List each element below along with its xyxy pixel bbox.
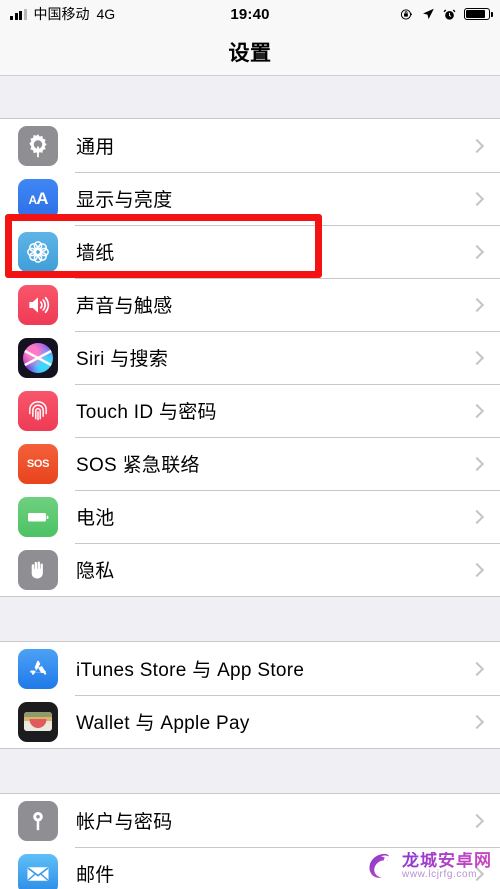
settings-row-label: 隐私 [76, 561, 115, 582]
settings-row-siri[interactable]: Siri 与搜索 [0, 331, 500, 384]
settings-row-sos[interactable]: SOS SOS 紧急联络 [0, 437, 500, 490]
settings-row-label: 墙纸 [76, 243, 115, 264]
chevron-right-icon [469, 813, 485, 828]
page-title: 设置 [228, 41, 272, 65]
section-gap [0, 76, 500, 118]
watermark-url: www.lcjrfg.com [402, 868, 478, 880]
settings-row-accounts-passwords[interactable]: 帐户与密码 [0, 794, 500, 847]
settings-row-label: 帐户与密码 [76, 812, 173, 833]
settings-row-wallet-applepay[interactable]: Wallet 与 Apple Pay [0, 695, 500, 748]
watermark-text: 龙城安卓网 www.lcjrfg.com [402, 850, 492, 880]
mail-envelope-icon [18, 853, 58, 889]
chevron-right-icon [469, 403, 485, 418]
chevron-right-icon [469, 456, 485, 471]
text-size-icon: AA [18, 178, 58, 219]
gear-icon [18, 125, 58, 166]
settings-row-label: 显示与亮度 [76, 190, 173, 211]
fingerprint-icon [18, 390, 58, 431]
settings-row-privacy[interactable]: 隐私 [0, 543, 500, 596]
chevron-right-icon [469, 661, 485, 676]
sos-icon: SOS [18, 443, 58, 484]
settings-row-sounds[interactable]: 声音与触感 [0, 278, 500, 331]
chevron-right-icon [469, 509, 485, 524]
settings-row-itunes-appstore[interactable]: iTunes Store 与 App Store [0, 642, 500, 695]
navigation-bar: 设置 [0, 28, 500, 76]
wallet-icon [18, 701, 58, 742]
settings-row-label: iTunes Store 与 App Store [76, 660, 305, 681]
settings-row-general[interactable]: 通用 [0, 119, 500, 172]
chevron-right-icon [469, 297, 485, 312]
location-arrow-icon [423, 8, 434, 20]
chevron-right-icon [469, 714, 485, 729]
settings-row-touchid[interactable]: Touch ID 与密码 [0, 384, 500, 437]
rotation-lock-icon [400, 8, 413, 20]
settings-row-label: Siri 与搜索 [76, 349, 169, 370]
settings-row-label: 通用 [76, 137, 115, 158]
settings-row-label: 声音与触感 [76, 296, 173, 317]
chevron-right-icon [469, 191, 485, 206]
alarm-clock-icon [443, 8, 456, 20]
battery-icon [464, 8, 493, 20]
chevron-right-icon [469, 350, 485, 365]
settings-screen: 中国移动 4G 19:40 设置 通用 AA 显示与亮度 墙纸 声音与触感 Si… [0, 0, 500, 889]
settings-row-label: Wallet 与 Apple Pay [76, 713, 250, 734]
settings-row-wallpaper[interactable]: 墙纸 [0, 225, 500, 278]
speaker-icon [18, 284, 58, 325]
section-gap [0, 749, 500, 793]
siri-orb-icon [18, 337, 58, 378]
settings-row-label: 邮件 [76, 865, 115, 886]
key-icon [18, 800, 58, 841]
settings-group-2: iTunes Store 与 App Store Wallet 与 Apple … [0, 641, 500, 749]
section-gap [0, 597, 500, 641]
settings-row-label: Touch ID 与密码 [76, 402, 217, 423]
settings-row-battery[interactable]: 电池 [0, 490, 500, 543]
chevron-right-icon [469, 138, 485, 153]
settings-list[interactable]: 通用 AA 显示与亮度 墙纸 声音与触感 Siri 与搜索 Touch ID 与… [0, 76, 500, 889]
wallpaper-flower-icon [18, 231, 58, 272]
settings-group-1: 通用 AA 显示与亮度 墙纸 声音与触感 Siri 与搜索 Touch ID 与… [0, 118, 500, 597]
watermark-site-name: 龙城安卓网 [402, 850, 492, 870]
hand-icon [18, 549, 58, 590]
app-store-icon [18, 648, 58, 689]
watermark: 龙城安卓网 www.lcjrfg.com [363, 849, 492, 883]
settings-row-display[interactable]: AA 显示与亮度 [0, 172, 500, 225]
status-bar-right [400, 7, 493, 21]
settings-row-label: 电池 [76, 508, 115, 529]
chevron-right-icon [469, 562, 485, 577]
settings-row-label: SOS 紧急联络 [76, 455, 200, 476]
chevron-right-icon [469, 244, 485, 259]
battery-icon [18, 496, 58, 537]
status-bar: 中国移动 4G 19:40 [0, 0, 500, 28]
watermark-logo-icon [369, 853, 389, 878]
